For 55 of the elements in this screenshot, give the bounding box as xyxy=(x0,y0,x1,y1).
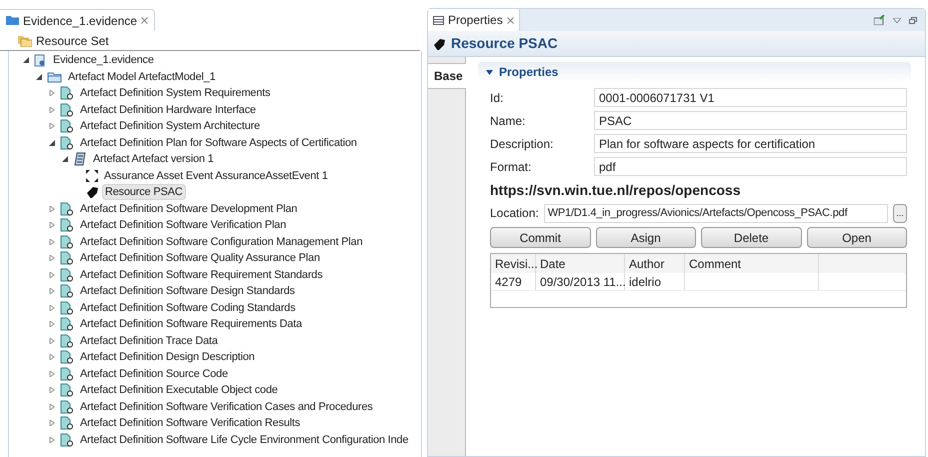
action-button[interactable]: Open xyxy=(806,227,907,248)
tree-item[interactable]: Artefact Definition Software Verification Plan xyxy=(77,217,290,234)
field-label: Format: xyxy=(490,158,532,176)
tree-item[interactable]: Evidence_1.evidence xyxy=(50,52,157,68)
tree-item[interactable]: Artefact Definition Software Verification Cases and Procedures xyxy=(77,398,376,415)
browse-button[interactable]: ... xyxy=(893,204,907,222)
table-cell: idelrio xyxy=(625,273,685,290)
section-header[interactable]: Properties xyxy=(478,62,911,82)
editor-tab[interactable]: Evidence_1.evidence xyxy=(0,9,156,31)
tree-item[interactable]: Artefact Artefact version 1 xyxy=(90,151,217,168)
tree-item[interactable]: Artefact Definition Software Life Cycle Environment Configuration Inde xyxy=(77,432,412,448)
tree-item[interactable]: Artefact Definition Software Coding Standards xyxy=(77,300,298,316)
properties-tab[interactable]: Properties xyxy=(428,9,520,31)
tab-title: Properties xyxy=(448,12,503,29)
tree-item[interactable]: Artefact Definition Source Code xyxy=(77,366,231,382)
tree-item[interactable]: Artefact Definition Software Verification Results xyxy=(77,415,304,432)
column-header[interactable]: Comment xyxy=(685,254,819,273)
action-button[interactable]: Asign xyxy=(596,227,696,248)
tree-item[interactable]: Artefact Model ArtefactModel_1 xyxy=(65,68,218,85)
tree-item[interactable]: Artefact Definition System Architecture xyxy=(77,118,263,134)
location-field[interactable]: WP1/D1.4_in_progress/Avionics/Artefacts/Opencoss_PSAC.pdf xyxy=(544,204,888,222)
tree-item[interactable]: Artefact Definition Software Development Plan xyxy=(77,200,300,217)
action-button[interactable]: Delete xyxy=(701,227,802,248)
field-label: Name: xyxy=(490,112,526,130)
text-field[interactable]: Plan for software aspects for certification xyxy=(594,134,907,153)
text-field[interactable]: pdf xyxy=(594,157,907,176)
tree-item[interactable]: Resource PSAC xyxy=(102,184,186,200)
tree-item[interactable]: Artefact Definition Software Requirement Standards xyxy=(77,266,326,283)
tree-item[interactable]: Artefact Definition Software Quality Assurance Plan xyxy=(77,250,323,266)
table-cell: 09/30/2013 11... xyxy=(536,273,625,290)
tree-item[interactable]: Artefact Definition Trace Data xyxy=(77,332,221,349)
repository-url: https://svn.win.tue.nl/repos/opencoss xyxy=(490,181,742,200)
text-field[interactable]: PSAC xyxy=(594,111,907,130)
tree-item[interactable]: Assurance Asset Event AssuranceAssetEvent 1 xyxy=(101,168,331,184)
text-field[interactable]: 0001-0006071731 V1 xyxy=(594,88,907,107)
field-label: Location: xyxy=(490,205,539,222)
tree-item[interactable]: Artefact Definition Design Description xyxy=(77,349,258,366)
field-label: Id: xyxy=(490,90,504,106)
properties-title: Resource PSAC xyxy=(451,34,558,53)
column-header[interactable]: Author xyxy=(625,254,685,273)
resource-set-label: Resource Set xyxy=(36,32,109,50)
tree-item[interactable]: Artefact Definition Hardware Interface xyxy=(77,102,259,118)
tree-item[interactable]: Artefact Definition Software Requirements Data xyxy=(77,316,305,332)
table-cell: 4279 xyxy=(491,273,536,290)
tree-item[interactable]: Artefact Definition Executable Object code xyxy=(77,382,281,398)
tab-title: Evidence_1.evidence xyxy=(23,12,138,30)
action-button[interactable]: Commit xyxy=(490,227,590,248)
tree-item[interactable]: Artefact Definition Software Configuration Management Plan xyxy=(77,234,366,250)
tree-item[interactable]: Artefact Definition Software Design Standards xyxy=(77,283,298,300)
column-header[interactable]: Date xyxy=(536,254,625,273)
side-tab[interactable]: Base xyxy=(428,63,466,89)
column-header[interactable]: Revisi... xyxy=(491,254,536,273)
tree-item[interactable]: Artefact Definition System Requirements xyxy=(77,85,274,102)
tree-item[interactable]: Artefact Definition Plan for Software Aspects of Certification xyxy=(77,134,360,151)
field-label: Description: xyxy=(490,136,554,152)
